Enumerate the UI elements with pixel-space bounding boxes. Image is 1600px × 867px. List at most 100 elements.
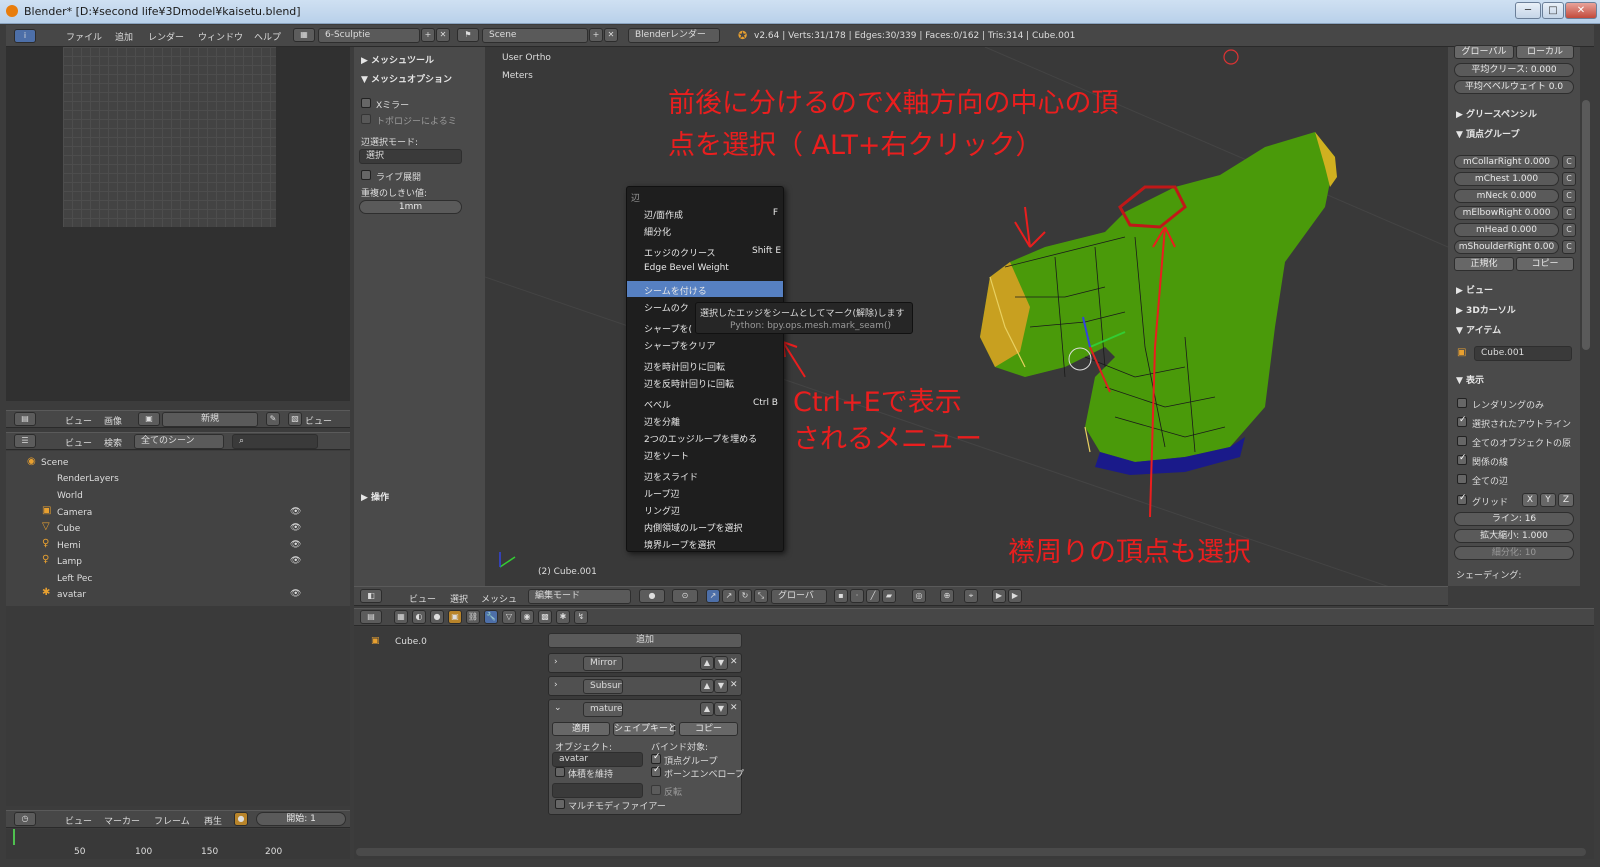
- menu-item-sort-edges[interactable]: 辺をソート: [644, 449, 689, 462]
- view-panel[interactable]: ▶ ビュー: [1456, 283, 1493, 296]
- minimize-button[interactable]: ─: [1515, 2, 1541, 19]
- timeline-menu-frame[interactable]: フレーム: [154, 814, 190, 827]
- copy-button[interactable]: コピー: [1516, 257, 1574, 271]
- menu-item-bevel[interactable]: ベベル: [644, 398, 671, 411]
- outliner-item-avatar[interactable]: avatar: [57, 590, 86, 600]
- display-panel[interactable]: ▼ 表示: [1456, 373, 1484, 386]
- render-engine-select[interactable]: Blenderレンダー: [628, 28, 720, 43]
- screen-layout-field[interactable]: 6-Sculptie: [318, 28, 420, 43]
- outliner-search-input[interactable]: ⌕: [232, 434, 318, 449]
- texture-tab-icon[interactable]: ▩: [538, 610, 552, 624]
- vertex-group-shoulder-right[interactable]: mShoulderRight 0.00: [1454, 240, 1559, 254]
- info-editor-type-icon[interactable]: i: [14, 29, 36, 43]
- horizontal-scrollbar[interactable]: [356, 848, 1586, 856]
- playhead[interactable]: [13, 829, 15, 845]
- multi-modifier-checkbox[interactable]: [555, 799, 565, 809]
- scene-field[interactable]: Scene: [482, 28, 588, 43]
- armature-object-field[interactable]: avatar: [552, 752, 643, 767]
- viewport-menu-select[interactable]: 選択: [450, 592, 468, 605]
- image-editor-type-icon[interactable]: ▤: [14, 412, 36, 426]
- shading-icon[interactable]: ●: [639, 589, 665, 603]
- outliner-item-hemi[interactable]: Hemi: [57, 541, 81, 551]
- edge-select-mode-select[interactable]: 選択: [359, 149, 462, 164]
- viewport-menu-view[interactable]: ビュー: [409, 592, 436, 605]
- apply-button[interactable]: 適用: [552, 722, 610, 736]
- modifier-name-subsurf[interactable]: Subsurf: [583, 679, 623, 694]
- copy-group-icon[interactable]: C: [1562, 189, 1576, 203]
- outliner-menu-view[interactable]: ビュー: [65, 436, 92, 449]
- particles-tab-icon[interactable]: ✱: [556, 610, 570, 624]
- expand-icon[interactable]: ›: [554, 680, 558, 690]
- maximize-button[interactable]: □: [1542, 2, 1564, 19]
- timeline-menu-playback[interactable]: 再生: [204, 814, 222, 827]
- vertex-select-icon[interactable]: ·: [850, 589, 864, 603]
- visibility-eye-icon[interactable]: 👁: [290, 556, 301, 566]
- physics-tab-icon[interactable]: ↯: [574, 610, 588, 624]
- data-tab-icon[interactable]: ▽: [502, 610, 516, 624]
- menu-item-loop-inner-region[interactable]: 内側領域のループを選択: [644, 521, 742, 534]
- axis-y-toggle[interactable]: Y: [1540, 493, 1556, 507]
- constraints-tab-icon[interactable]: ⛓: [466, 610, 480, 624]
- copy-modifier-button[interactable]: コピー: [679, 722, 738, 736]
- viewport-menu-mesh[interactable]: メッシュ: [481, 592, 517, 605]
- vertex-group-field[interactable]: [552, 783, 643, 798]
- move-down-icon[interactable]: ▼: [714, 656, 728, 670]
- new-image-button[interactable]: 新規: [162, 412, 258, 427]
- vertex-group-elbow-right[interactable]: mElbowRight 0.000: [1454, 206, 1559, 220]
- move-down-icon[interactable]: ▼: [714, 679, 728, 693]
- operator-panel[interactable]: ▶ 操作: [361, 490, 389, 503]
- menu-item-mark-sharp[interactable]: シャープを(: [644, 322, 692, 335]
- add-layout-icon[interactable]: +: [421, 28, 435, 42]
- bind-envelopes-checkbox[interactable]: [651, 765, 661, 777]
- view-mode-icon[interactable]: ▧: [288, 412, 302, 426]
- menu-help[interactable]: ヘルプ: [254, 30, 281, 43]
- outliner-item-renderlayers[interactable]: RenderLayers: [57, 474, 119, 484]
- menu-item-edge-split[interactable]: 辺を分離: [644, 415, 680, 428]
- manipulator-icon[interactable]: ↗: [706, 589, 720, 603]
- relationship-lines-checkbox[interactable]: [1457, 453, 1467, 465]
- copy-group-icon[interactable]: C: [1562, 206, 1576, 220]
- render-icon[interactable]: ▶: [992, 589, 1006, 603]
- item-panel[interactable]: ▼ アイテム: [1456, 323, 1501, 336]
- remove-scene-icon[interactable]: ✕: [604, 28, 618, 42]
- invert-checkbox[interactable]: [651, 785, 661, 795]
- vertex-group-neck[interactable]: mNeck 0.000: [1454, 189, 1559, 203]
- start-frame-field[interactable]: 開始: 1: [256, 812, 346, 826]
- move-up-icon[interactable]: ▲: [700, 656, 714, 670]
- 3d-cursor-panel[interactable]: ▶ 3Dカーソル: [1456, 303, 1516, 316]
- record-icon[interactable]: ●: [234, 812, 248, 826]
- outliner-menu-search[interactable]: 検索: [104, 436, 122, 449]
- snap-icon[interactable]: ⊕: [940, 589, 954, 603]
- grid-scale-field[interactable]: 拡大縮小: 1.000: [1454, 529, 1574, 543]
- timeline-menu-view[interactable]: ビュー: [65, 814, 92, 827]
- median-crease-field[interactable]: 平均クリース: 0.000: [1454, 63, 1574, 77]
- image-menu-image[interactable]: 画像: [104, 414, 122, 427]
- pin-icon[interactable]: ✎: [266, 412, 280, 426]
- snap-target-icon[interactable]: ⌖: [964, 589, 978, 603]
- modifiers-tab-icon[interactable]: 🔧: [484, 610, 498, 624]
- outliner-item-scene[interactable]: Scene: [41, 458, 68, 468]
- rotate-icon[interactable]: ↻: [738, 589, 752, 603]
- render-anim-icon[interactable]: ▶: [1008, 589, 1022, 603]
- outliner-scene-select[interactable]: 全てのシーン: [134, 434, 224, 449]
- preserve-volume-checkbox[interactable]: [555, 767, 565, 777]
- modifier-name-mirror[interactable]: Mirror: [583, 656, 623, 671]
- close-button[interactable]: ✕: [1565, 2, 1597, 19]
- median-bevel-weight-field[interactable]: 平均ベベルウェイト 0.0: [1454, 80, 1574, 94]
- menu-item-subdivide[interactable]: 細分化: [644, 225, 671, 238]
- screen-layout-icon[interactable]: ▦: [293, 28, 315, 42]
- menu-item-edge-crease[interactable]: エッジのクリース: [644, 246, 716, 259]
- vertex-group-chest[interactable]: mChest 1.000: [1454, 172, 1559, 186]
- menu-item-edge-rings[interactable]: リング辺: [644, 504, 680, 517]
- mesh-options-panel[interactable]: ▼ メッシュオプション: [361, 72, 452, 85]
- 3d-cursor-icon[interactable]: [1223, 49, 1239, 65]
- all-edges-checkbox[interactable]: [1457, 474, 1467, 484]
- timeline-menu-marker[interactable]: マーカー: [104, 814, 140, 827]
- move-down-icon[interactable]: ▼: [714, 702, 728, 716]
- axis-z-toggle[interactable]: Z: [1558, 493, 1574, 507]
- grid-checkbox[interactable]: [1457, 493, 1467, 505]
- grid-subdivisions-field[interactable]: 細分化: 10: [1454, 546, 1574, 560]
- visibility-eye-icon[interactable]: 👁: [290, 540, 301, 550]
- only-render-checkbox[interactable]: [1457, 398, 1467, 408]
- all-object-origins-checkbox[interactable]: [1457, 436, 1467, 446]
